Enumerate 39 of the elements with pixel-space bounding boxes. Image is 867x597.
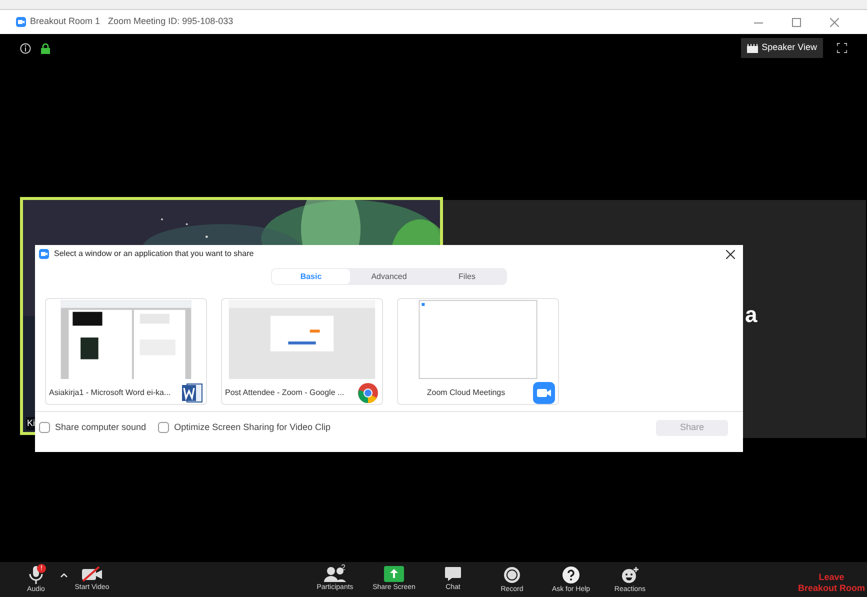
tab[interactable]: Advanced (350, 269, 428, 284)
checkbox[interactable] (39, 422, 50, 433)
dialog-title: Select a window or an application that you want to share (54, 248, 254, 260)
close-button[interactable] (725, 248, 736, 260)
window-option[interactable]: Post Attendee - Zoom - Google ... (221, 298, 383, 405)
maximize-icon (792, 18, 800, 26)
info-icon[interactable] (20, 42, 31, 54)
app-icon (16, 17, 26, 27)
document-app-icon (181, 382, 203, 404)
checkbox-label: Optimize Screen Sharing for Video Clip (174, 420, 330, 434)
caret-up-icon[interactable] (60, 572, 68, 578)
video-off-icon (81, 566, 103, 582)
video-camera-app-icon (533, 382, 555, 404)
smiley-icon (621, 566, 639, 584)
tab[interactable]: Files (428, 269, 506, 284)
window-title: Breakout Room 1 (30, 15, 100, 28)
lock-icon[interactable] (41, 42, 50, 54)
people-icon (324, 566, 346, 582)
window-option[interactable]: Asiakirja1 - Microsoft Word ei-ka... (45, 298, 207, 405)
window-label: Zoom Cloud Meetings (426, 387, 506, 399)
close-icon (726, 250, 735, 258)
chat-icon (444, 566, 462, 582)
checkbox-label: Share computer sound (55, 420, 146, 434)
leave-button[interactable]: Leave Breakout Room (798, 572, 865, 594)
browser-app-icon (357, 382, 379, 404)
window-label: Asiakirja1 - Microsoft Word ei-ka... (49, 387, 172, 399)
help-icon (562, 566, 580, 584)
grid-icon (746, 44, 758, 52)
meeting-id: Zoom Meeting ID: 995-108-033 (108, 15, 234, 28)
fullscreen-icon[interactable] (837, 43, 847, 53)
share-screen-icon (384, 566, 404, 582)
close-icon (830, 18, 838, 26)
window-label: Post Attendee - Zoom - Google ... (225, 387, 346, 399)
participant-name: a (745, 304, 758, 326)
window-option[interactable]: Zoom Cloud Meetings (397, 298, 559, 405)
record-icon (503, 566, 521, 584)
speaker-view-button[interactable]: Speaker View (740, 38, 823, 58)
app-icon (39, 249, 49, 259)
checkbox[interactable] (158, 422, 170, 433)
